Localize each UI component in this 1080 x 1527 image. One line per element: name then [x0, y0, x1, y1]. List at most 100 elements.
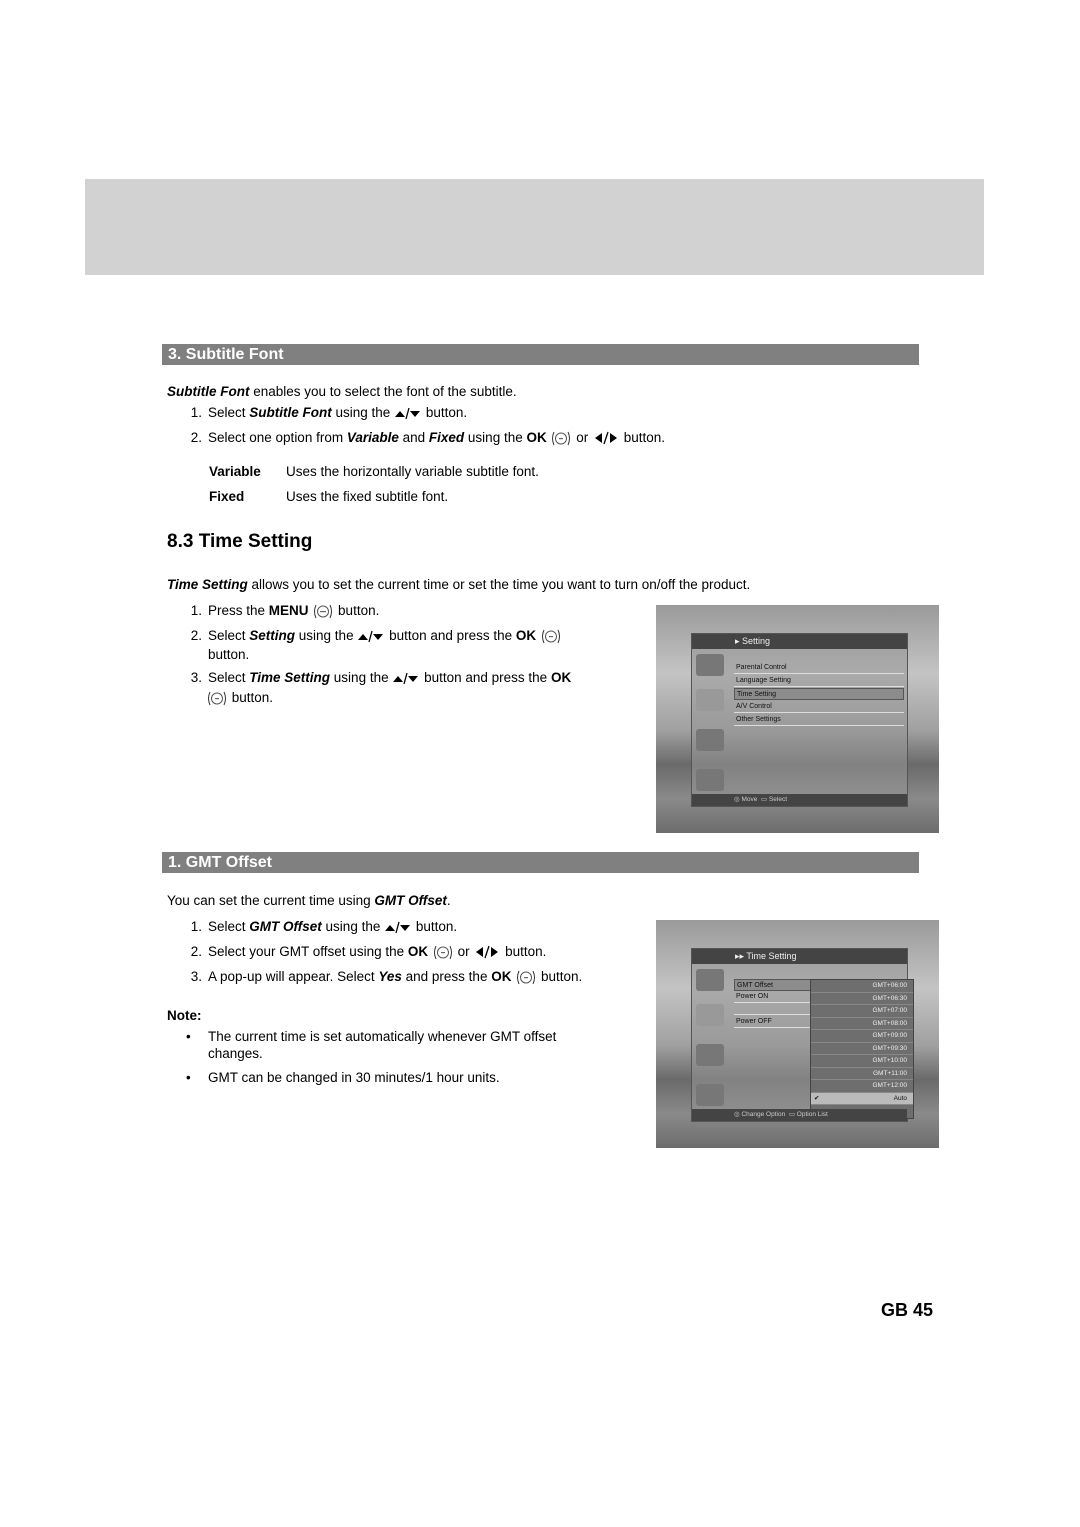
step-text: Select — [208, 670, 250, 685]
step-text: using the — [330, 670, 393, 685]
setting-icon — [696, 1004, 724, 1026]
note-1: The current time is set automatically wh… — [208, 1029, 557, 1061]
time-step-1: 1. Press the MENU button. — [182, 602, 379, 620]
gmt-step-2: 2. Select your GMT offset using the OK or… — [182, 943, 546, 961]
step-key: OK — [515, 628, 537, 643]
channel-icon — [696, 654, 724, 676]
step-text: Select your GMT offset using the — [208, 944, 408, 959]
gmt-option: GMT+11:00 — [811, 1068, 913, 1080]
step-key: OK — [491, 969, 512, 984]
step-text: using the — [464, 430, 527, 445]
tv-icon — [696, 729, 724, 751]
step-term: Fixed — [428, 430, 465, 445]
intro-text: enables you to select the font of the su… — [249, 384, 517, 399]
menu-item-gmt-offset: GMT Offset — [734, 979, 812, 991]
step-text: button. — [412, 919, 458, 934]
option-desc-fixed: Uses the fixed subtitle font. — [286, 489, 449, 504]
panel-title-text: Setting — [742, 636, 771, 646]
up-down-arrow-icon — [357, 629, 385, 643]
step-text: Select — [208, 919, 250, 934]
apps-icon — [696, 1084, 724, 1106]
up-down-arrow-icon — [392, 671, 420, 685]
step-number: 1. — [190, 603, 202, 618]
section-bar-gmt-offset: 1. GMT Offset — [162, 852, 919, 873]
time-step-3-cont: button. — [206, 689, 273, 707]
step-text: and — [398, 430, 429, 445]
step-term: Subtitle Font — [249, 405, 332, 420]
step-term: Setting — [249, 628, 296, 643]
step-text: Select — [208, 628, 250, 643]
footer-move: Move — [741, 796, 758, 803]
up-down-arrow-icon — [384, 920, 412, 934]
option-name-variable: Variable — [209, 464, 261, 479]
step-text: Select one option from — [208, 430, 347, 445]
option-desc-variable: Uses the horizontally variable subtitle … — [286, 464, 539, 479]
step-text: and press the — [401, 969, 492, 984]
footer-select: Select — [768, 796, 788, 803]
step-text: Press the — [208, 603, 269, 618]
step-text: button and press the — [385, 628, 516, 643]
step-number: 2. — [190, 628, 202, 643]
gmt-option-label: Auto — [893, 1094, 907, 1102]
tv-icon — [696, 1044, 724, 1066]
header-band — [85, 179, 984, 275]
step-text: or — [572, 430, 592, 445]
note-bullet: • — [186, 1029, 191, 1044]
intro-text: . — [446, 893, 451, 908]
step-text: button. — [422, 405, 468, 420]
subtitle-step-2: 2. Select one option from Variable and Fi… — [182, 429, 665, 447]
step-text: using the — [331, 405, 395, 420]
step-term: Time Setting — [249, 670, 331, 685]
heading-time-setting: 8.3 Time Setting — [167, 531, 313, 552]
menu-item-power-on: Power ON — [734, 991, 812, 1003]
page-number: GB 45 — [881, 1300, 934, 1320]
gmt-step-3: 3. A pop-up will appear. Select Yes and p… — [182, 968, 582, 986]
time-step-3: 3. Select Time Setting using the button a… — [182, 669, 571, 686]
gmt-option-list: GMT+06:00 GMT+06:30 GMT+07:00 GMT+08:00 … — [810, 979, 914, 1119]
subtitle-step-1: 1. Select Subtitle Font using the button. — [182, 404, 467, 421]
panel-title: ▸ Setting — [692, 634, 907, 649]
note-bullet: • — [186, 1070, 191, 1085]
gmt-option: GMT+09:30 — [811, 1043, 913, 1055]
left-right-arrow-icon — [592, 431, 620, 445]
step-number: 1. — [190, 919, 202, 934]
channel-icon — [696, 969, 724, 991]
step-text: button. — [228, 690, 274, 705]
intro-term: GMT Offset — [374, 893, 447, 908]
gmt-option: GMT+12:00 — [811, 1080, 913, 1093]
setting-panel: ▸ Setting Parental Control Language Sett… — [691, 633, 908, 807]
note-label: Note: — [167, 1008, 202, 1023]
time-step-2-cont: button. — [208, 647, 250, 662]
time-step-2: 2. Select Setting using the button and pr… — [182, 627, 562, 645]
gmt-option: GMT+10:00 — [811, 1055, 913, 1068]
left-right-arrow-icon — [473, 945, 501, 959]
panel-footer: ◎ Move ▭ Select — [692, 794, 907, 806]
ok-button-icon — [432, 944, 454, 961]
ok-button-icon — [515, 969, 537, 986]
gmt-option: GMT+06:30 — [811, 993, 913, 1005]
menu-item-power-off: Power OFF — [734, 1016, 812, 1028]
intro-text: allows you to set the current time or se… — [247, 577, 751, 592]
step-text: button. — [620, 430, 666, 445]
setting-icon — [696, 689, 724, 711]
step-number: 2. — [190, 430, 202, 445]
time-setting-screenshot: ▸▸ Time Setting GMT Offset Power ON Powe… — [656, 920, 939, 1148]
time-setting-panel: ▸▸ Time Setting GMT Offset Power ON Powe… — [691, 948, 914, 1122]
section-bar-subtitle-font: 3. Subtitle Font — [162, 344, 919, 365]
step-text: Select — [208, 405, 250, 420]
step-term: Variable — [346, 430, 399, 445]
step-key: OK — [550, 670, 572, 685]
step-key: OK — [526, 430, 547, 445]
step-term: Yes — [378, 969, 402, 984]
option-name-fixed: Fixed — [209, 489, 245, 504]
step-number: 2. — [190, 944, 202, 959]
step-key: OK — [407, 944, 429, 959]
gmt-option: GMT+07:00 — [811, 1005, 913, 1018]
menu-item-language-setting: Language Setting — [734, 675, 904, 687]
step-number: 3. — [190, 670, 202, 685]
setting-menu-screenshot: ▸ Setting Parental Control Language Sett… — [656, 605, 939, 833]
panel-title: ▸▸ Time Setting — [692, 949, 907, 964]
step-text: A pop-up will appear. Select — [208, 969, 379, 984]
gmt-option: GMT+09:00 — [811, 1030, 913, 1043]
intro-term: Time Setting — [167, 577, 248, 592]
